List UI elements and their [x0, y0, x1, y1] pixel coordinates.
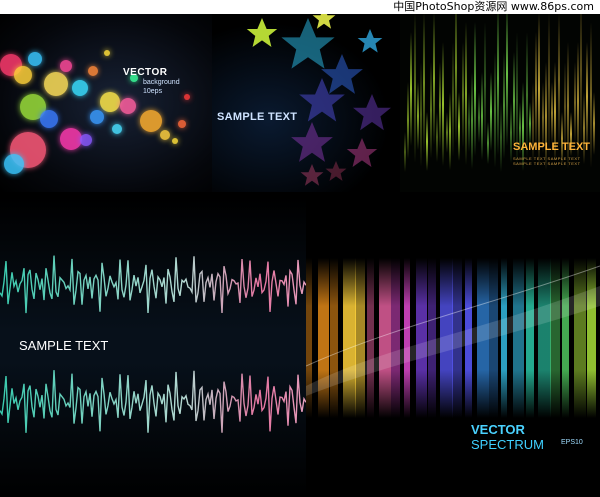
light-bar	[544, 62, 547, 170]
background-label: background	[143, 79, 180, 86]
bokeh-dot	[104, 50, 110, 56]
star-icon	[346, 138, 378, 167]
star-icon	[291, 122, 333, 162]
star-icon	[325, 161, 347, 181]
light-bar	[480, 72, 483, 160]
light-bar	[580, 14, 582, 147]
light-bar	[445, 112, 448, 153]
bokeh-dot	[4, 154, 24, 174]
star-icon	[312, 14, 336, 29]
bokeh-dot	[80, 134, 92, 146]
light-bar	[528, 102, 531, 145]
light-bar	[551, 82, 554, 144]
light-bar	[423, 14, 426, 154]
light-bar	[557, 14, 560, 148]
bokeh-dot	[120, 98, 136, 114]
light-bar	[426, 112, 429, 171]
bokeh-dot	[140, 110, 162, 132]
bokeh-dot	[14, 66, 32, 84]
panel-vector-spectrum: VECTOR SPECTRUM EPS10	[306, 196, 600, 497]
bokeh-dot	[172, 138, 178, 144]
vector-word: VECTOR	[471, 422, 525, 437]
bokeh-dot	[72, 80, 88, 96]
light-bar	[500, 102, 502, 172]
light-bar	[471, 72, 474, 169]
star-icon	[321, 54, 363, 94]
light-bar	[458, 92, 461, 161]
light-bar	[413, 14, 416, 163]
light-bar	[407, 82, 410, 159]
vector-subtitle: background 10eps	[143, 78, 180, 96]
bokeh-dot	[40, 110, 58, 128]
eps10-label: EPS10	[561, 439, 583, 446]
light-bar	[503, 52, 506, 159]
light-bar	[506, 14, 509, 146]
light-bar	[512, 52, 515, 150]
panel-sound-waves: SAMPLE TEXT	[0, 196, 306, 497]
light-bar	[452, 42, 454, 157]
bokeh-dot	[100, 92, 120, 112]
sample-text-bars: SAMPLE TEXT	[513, 141, 591, 153]
light-bar	[564, 62, 566, 152]
star-icon	[353, 94, 391, 131]
panel-light-bars: SAMPLE TEXT SAMPLE TEXT SAMPLE TEXT SAMP…	[400, 14, 600, 192]
star-icon	[246, 18, 278, 47]
light-bar	[439, 62, 442, 149]
light-bar	[416, 82, 419, 150]
light-bar	[455, 14, 458, 144]
light-bar	[493, 52, 496, 168]
bokeh-dot	[90, 110, 104, 124]
eps-label: 10eps	[143, 88, 163, 95]
vector-spectrum-title: VECTOR SPECTRUM	[471, 422, 600, 452]
light-bar	[464, 22, 467, 165]
spectrum-word: SPECTRUM	[471, 437, 544, 452]
light-bar	[535, 32, 538, 149]
light-bar	[468, 92, 470, 152]
light-bar	[573, 62, 576, 143]
bokeh-dot	[112, 124, 122, 134]
light-bar	[583, 92, 586, 164]
bokeh-dot	[184, 94, 190, 100]
sample-text-stars: SAMPLE TEXT	[217, 111, 298, 123]
light-bar	[490, 72, 493, 151]
bokeh-dot	[88, 66, 98, 76]
light-bar	[436, 112, 438, 162]
bokeh-dot	[60, 60, 72, 72]
panel-glowing-stars: SAMPLE TEXT	[212, 14, 400, 192]
light-bar	[484, 22, 486, 147]
light-bar	[509, 102, 512, 163]
bokeh-dot	[178, 120, 186, 128]
star-icon	[357, 29, 383, 53]
light-bar	[410, 32, 413, 146]
light-bar	[586, 42, 589, 151]
light-bar	[461, 42, 464, 148]
sample-text-small: SAMPLE TEXT SAMPLE TEXT SAMPLE TEXT SAMP…	[513, 156, 581, 166]
sample-text-waves: SAMPLE TEXT	[19, 338, 109, 353]
light-bar	[432, 14, 435, 145]
light-bar	[548, 14, 550, 157]
bokeh-dot	[60, 128, 82, 150]
light-bar	[448, 92, 451, 170]
light-bar	[442, 42, 445, 166]
light-bar	[525, 32, 528, 158]
watermark-text: 中国PhotoShop资源网 www.86ps.com	[393, 0, 594, 13]
vector-title: VECTOR	[123, 67, 168, 78]
watermark-bar: 中国PhotoShop资源网 www.86ps.com	[0, 0, 600, 14]
light-bar	[487, 122, 490, 164]
light-bar	[420, 62, 422, 167]
light-bar	[404, 132, 406, 172]
light-bar	[592, 92, 595, 155]
bokeh-dot	[28, 52, 42, 66]
panel-bokeh-circles: VECTOR background 10eps	[0, 14, 212, 192]
light-bar	[429, 62, 432, 158]
stars-graphic	[246, 14, 391, 186]
light-bar	[477, 92, 480, 143]
star-icon	[300, 164, 324, 186]
light-bar	[474, 22, 477, 156]
bokeh-dot	[160, 130, 170, 140]
bokeh-dot	[44, 72, 68, 96]
light-bar	[496, 14, 499, 155]
